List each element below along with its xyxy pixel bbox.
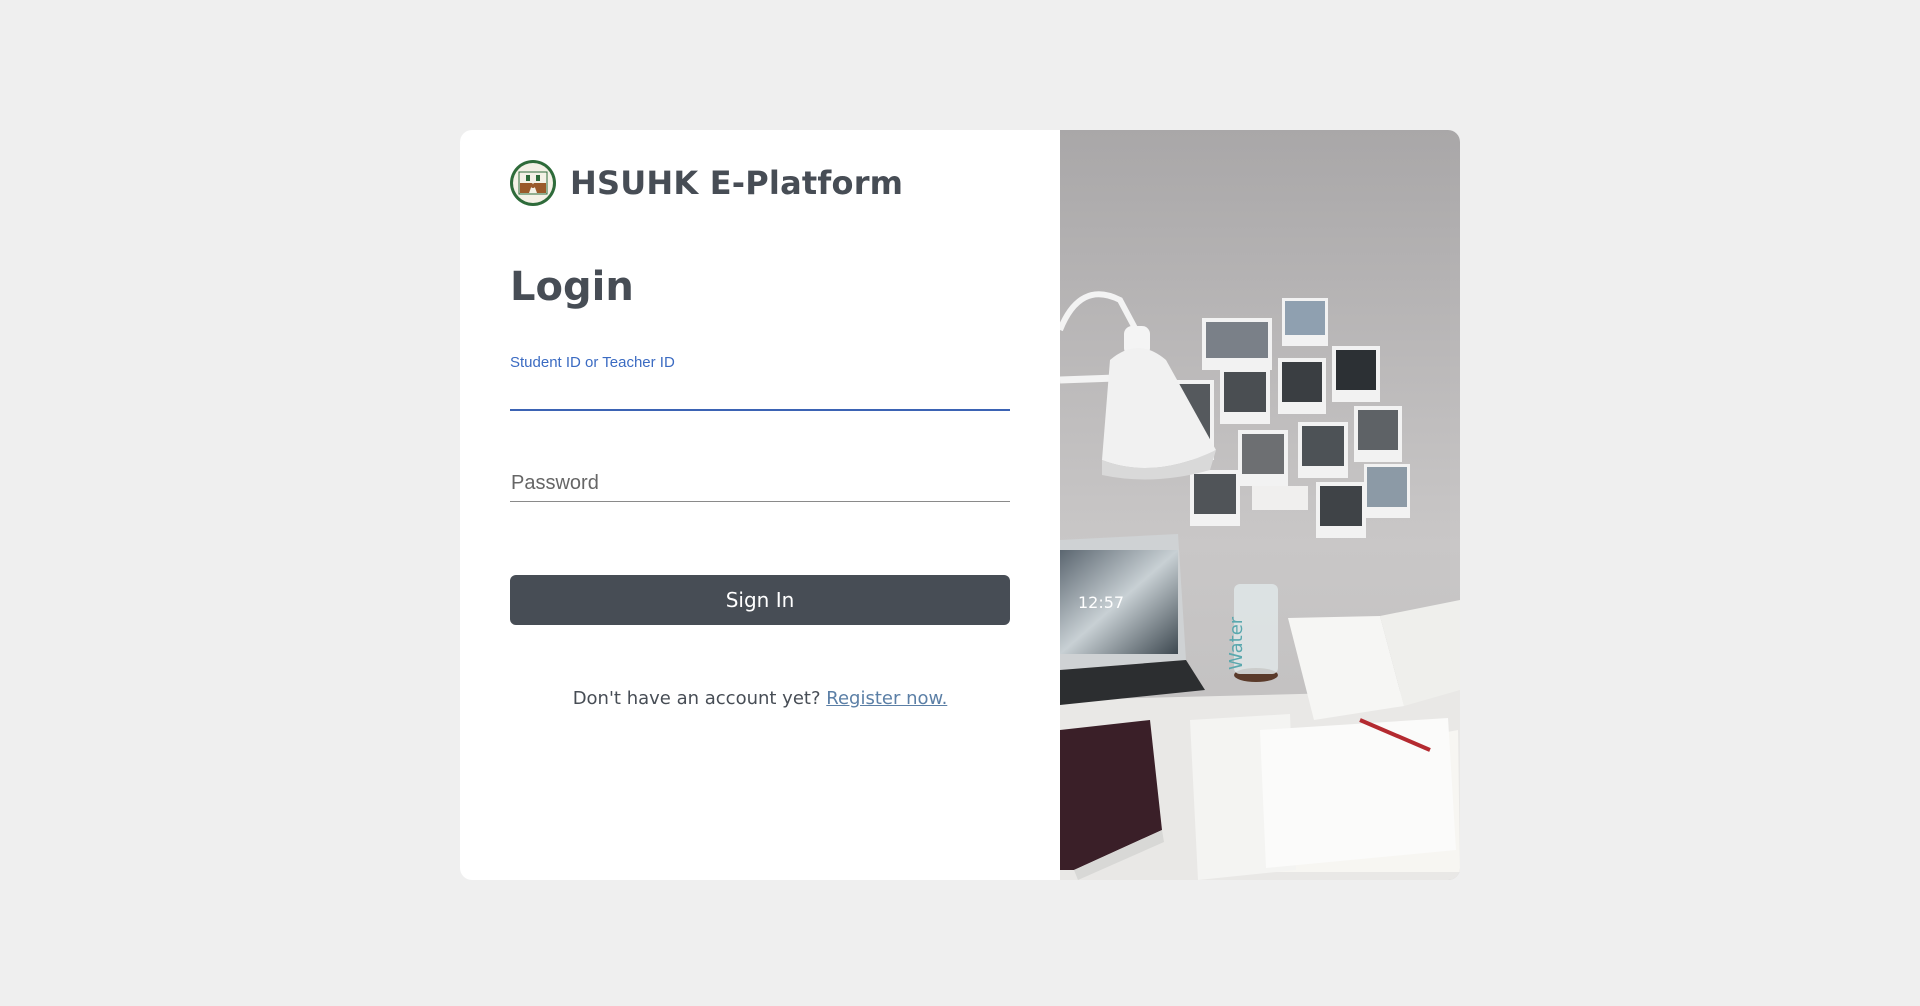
password-input[interactable]: Password — [510, 472, 1010, 502]
sign-in-button[interactable]: Sign In — [510, 575, 1010, 625]
student-id-input[interactable] — [510, 371, 1010, 411]
register-prompt: Don't have an account yet? Register now. — [460, 688, 1060, 709]
desk-photo: 12:57 Water — [1060, 130, 1460, 880]
register-prompt-text: Don't have an account yet? — [572, 688, 821, 709]
password-field[interactable]: Password — [510, 472, 1010, 502]
student-id-field[interactable]: Student ID or Teacher ID — [510, 354, 1010, 411]
student-id-label: Student ID or Teacher ID — [510, 354, 675, 371]
water-glass-text: Water — [1226, 616, 1247, 670]
login-card: HSUHK E-Platform Login Student ID or Tea… — [460, 130, 1460, 880]
brand-header: HSUHK E-Platform — [510, 160, 903, 206]
laptop-clock: 12:57 — [1078, 593, 1124, 612]
password-placeholder: Password — [511, 472, 599, 494]
login-panel: HSUHK E-Platform Login Student ID or Tea… — [460, 130, 1060, 880]
university-logo-icon — [510, 160, 556, 206]
register-link[interactable]: Register now. — [826, 688, 947, 709]
login-heading: Login — [510, 264, 634, 310]
brand-title: HSUHK E-Platform — [570, 164, 904, 202]
